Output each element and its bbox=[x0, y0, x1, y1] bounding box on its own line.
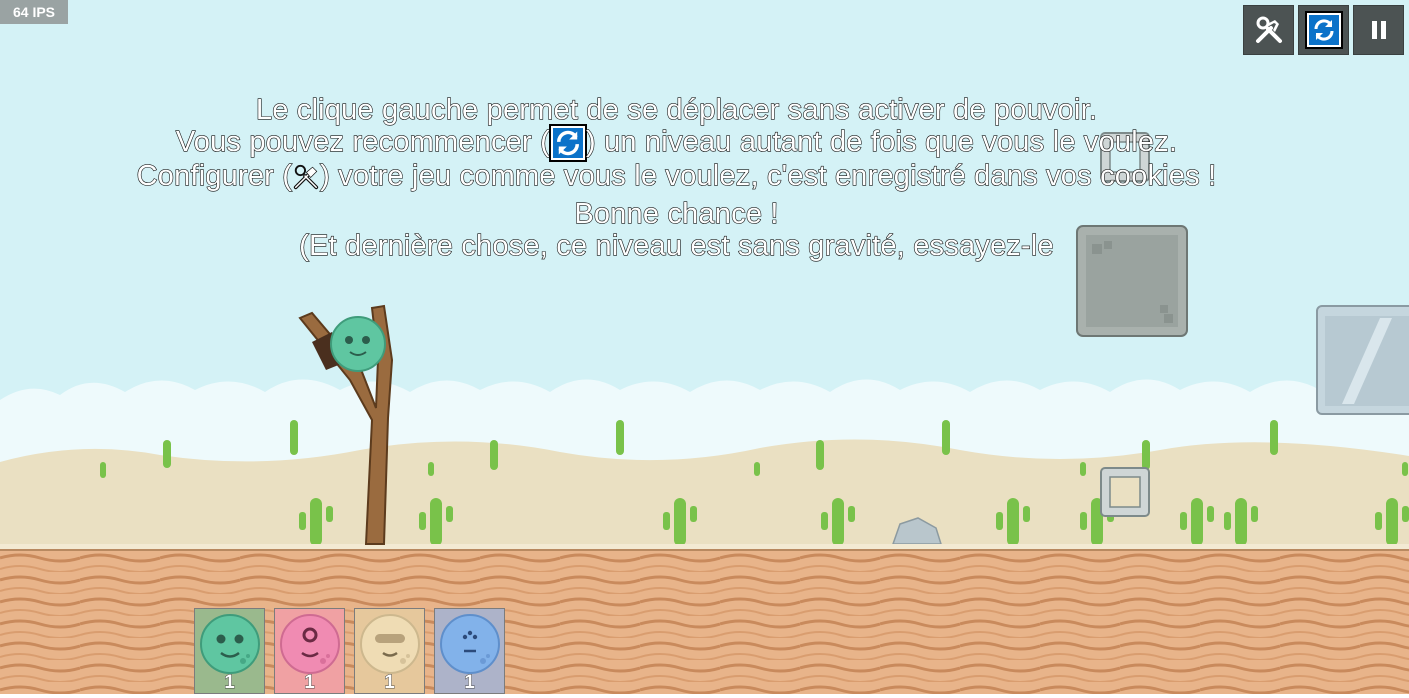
instruction-line-3: Configurer ( ) votre jeu comme vous le vo… bbox=[0, 159, 1353, 198]
bird-count-pink: 1 bbox=[304, 672, 315, 693]
bird-count-blue: 1 bbox=[464, 672, 475, 693]
inline-tools-icon bbox=[292, 163, 320, 198]
instruction-line-2-start: Vous pouvez recommencer ( bbox=[175, 125, 550, 158]
bird-count-beige: 1 bbox=[384, 672, 395, 693]
restart-button[interactable] bbox=[1298, 5, 1349, 55]
bird-slot-beige[interactable]: 1 bbox=[354, 608, 425, 694]
bird-count-green: 1 bbox=[224, 672, 235, 693]
instruction-line-5: (Et dernière chose, ce niveau est sans g… bbox=[299, 229, 1055, 262]
loaded-bird bbox=[330, 316, 386, 372]
tools-icon bbox=[1252, 13, 1286, 47]
bird-slot-pink[interactable]: 1 bbox=[274, 608, 345, 694]
instruction-line-4: Bonne chance ! bbox=[574, 197, 779, 230]
pause-button[interactable] bbox=[1353, 5, 1404, 55]
bird-slot-green[interactable]: 1 bbox=[194, 608, 265, 694]
instruction-line-3-start: Configurer ( bbox=[136, 159, 293, 192]
instructions-text: Le clique gauche permet de se déplacer s… bbox=[0, 93, 1353, 262]
instruction-line-2: Vous pouvez recommencer ( ) un niveau aut… bbox=[0, 124, 1353, 162]
inline-refresh-icon bbox=[548, 124, 587, 162]
instruction-line-2-end: ) un niveau autant de fois que vous le v… bbox=[585, 125, 1178, 158]
pause-icon bbox=[1362, 13, 1396, 47]
settings-button[interactable] bbox=[1243, 5, 1294, 55]
fps-counter: 64 IPS bbox=[0, 0, 68, 24]
bird-slot-blue[interactable]: 1 bbox=[434, 608, 505, 694]
instruction-line-3-end: ) votre jeu comme vous le voulez, c'est … bbox=[320, 159, 1217, 192]
instruction-line-1: Le clique gauche permet de se déplacer s… bbox=[255, 93, 1098, 126]
hollow-block-bottom bbox=[1100, 467, 1150, 517]
refresh-icon bbox=[1304, 11, 1343, 49]
glass-block bbox=[1316, 305, 1409, 415]
